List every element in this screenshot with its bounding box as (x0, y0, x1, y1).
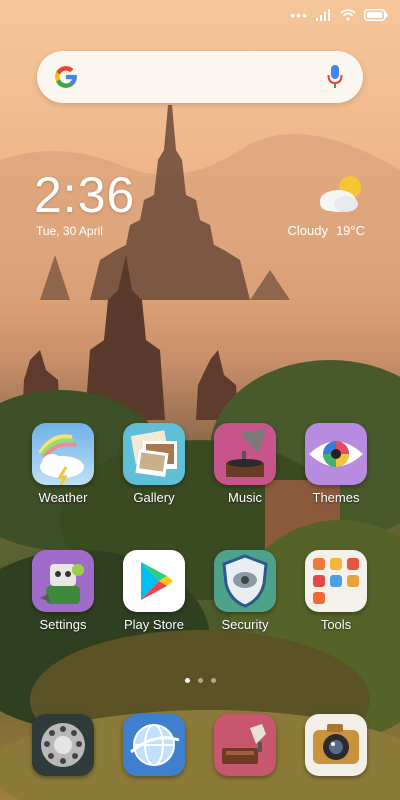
app-label: Security (221, 617, 269, 632)
security-app-icon (214, 550, 276, 612)
page-indicator (0, 670, 400, 688)
weather-app-icon (32, 423, 94, 485)
page-dot-active (184, 678, 190, 683)
settings-app-icon (32, 550, 94, 612)
gallery-app-icon (123, 423, 185, 485)
dock-camera[interactable] (296, 714, 376, 776)
wifi-icon (340, 9, 356, 21)
app-label: Settings (39, 617, 87, 632)
browser-dock-icon (123, 714, 185, 776)
google-g-icon (55, 66, 77, 88)
app-security[interactable]: Security (205, 550, 285, 632)
app-settings[interactable]: Settings (23, 550, 103, 632)
dock-phone[interactable] (23, 714, 103, 776)
camera-dock-icon (305, 714, 367, 776)
app-label: Music (228, 490, 262, 505)
clock-time[interactable]: 2:36 (34, 167, 135, 223)
tools-app-icon (305, 550, 367, 612)
partly-cloudy-icon[interactable] (316, 173, 366, 215)
app-label: Weather (38, 490, 88, 505)
themes-app-icon (305, 423, 367, 485)
page-dot (210, 678, 216, 683)
app-label: Gallery (133, 490, 175, 505)
app-gallery[interactable]: Gallery (114, 423, 194, 505)
app-play-store[interactable]: Play Store (114, 550, 194, 632)
phone-dock-icon (32, 714, 94, 776)
weather-info[interactable]: Cloudy 19°C (287, 223, 365, 238)
app-themes[interactable]: Themes (296, 423, 376, 505)
clock-date: Tue, 30 April (36, 224, 103, 238)
notification-dots: ••• (290, 7, 308, 23)
page-dot (197, 678, 203, 683)
battery-icon (364, 9, 388, 21)
music-app-icon (214, 423, 276, 485)
weather-temperature: 19°C (335, 223, 365, 238)
microphone-icon[interactable] (327, 65, 343, 89)
messages-dock-icon (214, 714, 276, 776)
signal-icon (316, 9, 330, 21)
app-weather[interactable]: Weather (23, 423, 103, 505)
app-music[interactable]: Music (205, 423, 285, 505)
dock-messages[interactable] (205, 714, 285, 776)
status-bar: ••• (0, 0, 400, 32)
google-search-bar[interactable] (37, 51, 363, 103)
play-store-app-icon (123, 550, 185, 612)
weather-condition: Cloudy (287, 223, 328, 238)
dock-browser[interactable] (114, 714, 194, 776)
app-tools[interactable]: Tools (296, 550, 376, 632)
app-label: Themes (312, 490, 360, 505)
app-label: Play Store (124, 617, 184, 632)
app-label: Tools (320, 617, 352, 632)
